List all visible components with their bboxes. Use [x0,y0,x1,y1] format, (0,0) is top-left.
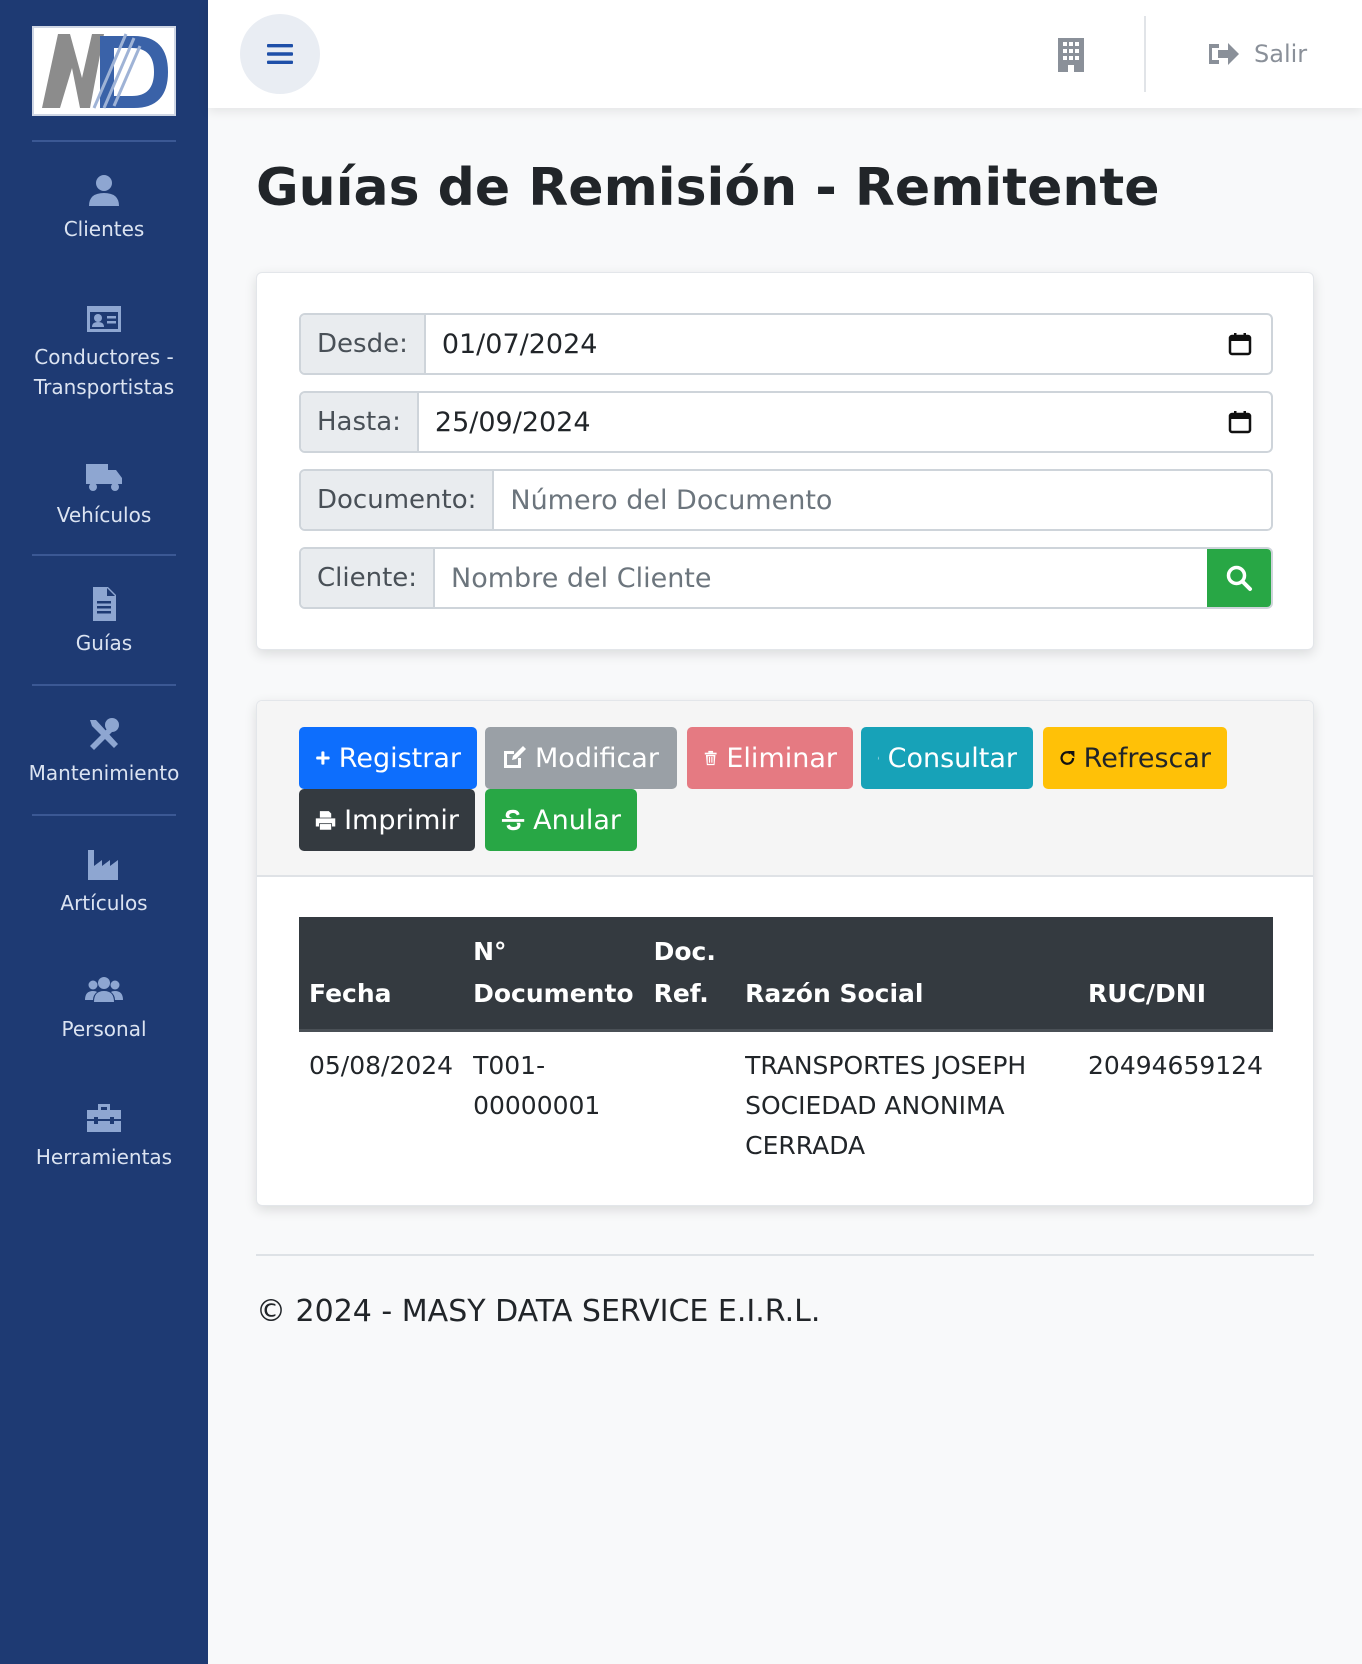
filter-card: Desde: 01/07/2024 Hasta: 25/09/2024 Docu… [256,272,1314,650]
sidebar-divider [32,684,176,686]
cell-fecha: 05/08/2024 [309,1051,454,1080]
info-icon [877,756,879,760]
cliente-field: Cliente: [299,547,1273,609]
hasta-label: Hasta: [301,393,419,451]
top-navbar: Salir [208,0,1362,108]
consultar-label: Consultar [887,742,1017,774]
action-toolbar: Registrar Modificar Eliminar Consultar R… [257,701,1313,877]
guias-table: Fecha N° Documento Doc. Ref. Razón Social … [299,917,1273,1180]
results-card: Registrar Modificar Eliminar Consultar R… [256,700,1314,1206]
registrar-label: Registrar [338,742,461,774]
hasta-input[interactable]: 25/09/2024 [419,393,1209,451]
sidebar: Clientes Conductores - Transportistas Ve… [0,0,208,1664]
consultar-button[interactable]: Consultar [861,727,1033,789]
col-ruc-dni[interactable]: RUC/DNI [1078,917,1273,1032]
sign-out-icon [1209,43,1239,65]
documento-label: Documento: [301,471,495,529]
logout-label: Salir [1254,40,1308,68]
industry-icon [84,844,124,884]
hasta-date-field: Hasta: 25/09/2024 [299,391,1273,453]
refresh-icon [1060,750,1075,765]
imprimir-button[interactable]: Imprimir [299,789,475,851]
calendar-icon[interactable] [1209,315,1271,373]
registrar-button[interactable]: Registrar [299,727,477,789]
table-header-row: Fecha N° Documento Doc. Ref. Razón Social … [299,917,1273,1032]
eliminar-button[interactable]: Eliminar [687,727,853,789]
user-icon [84,170,124,210]
sidebar-divider [32,814,176,816]
col-fecha[interactable]: Fecha [299,917,464,1032]
hamburger-icon [267,44,293,64]
company-logo[interactable] [32,26,176,116]
sidebar-item-personal[interactable]: Personal [0,970,208,1044]
sidebar-divider [32,140,176,142]
navbar-divider [1144,16,1146,92]
sidebar-item-clientes[interactable]: Clientes [0,170,208,244]
sidebar-item-conductores[interactable]: Conductores - Transportistas [0,298,208,402]
sidebar-item-guias[interactable]: Guías [0,584,208,658]
col-razon-social[interactable]: Razón Social [735,917,1079,1032]
tools-icon [84,714,124,754]
cell-doc-ref [644,1031,736,1181]
sidebar-item-label: Vehículos [56,503,152,527]
sidebar-item-label: Artículos [60,891,148,915]
cell-documento: T001- 00000001 [473,1051,601,1120]
calendar-icon[interactable] [1209,393,1271,451]
sidebar-item-label: Herramientas [35,1145,173,1169]
sidebar-item-herramientas[interactable]: Herramientas [0,1098,208,1172]
table-row[interactable]: 05/08/2024 T001- 00000001 TRANSPORTES JOS… [299,1031,1273,1181]
users-icon [84,970,124,1010]
trash-icon [704,750,717,766]
col-doc-ref[interactable]: Doc. Ref. [643,917,736,1032]
sidebar-item-label: Mantenimiento [28,761,180,785]
strikethrough-icon [501,809,525,831]
modificar-label: Modificar [535,742,659,774]
anular-label: Anular [533,804,621,836]
logout-button[interactable]: Salir [1206,34,1307,74]
documento-input[interactable] [494,471,1271,529]
plus-icon [316,751,330,765]
truck-icon [84,456,124,496]
desde-label: Desde: [301,315,426,373]
refrescar-button[interactable]: Refrescar [1043,727,1227,789]
modificar-button[interactable]: Modificar [485,727,677,789]
id-card-icon [84,298,124,338]
file-icon [84,584,124,624]
cell-razon-social: TRANSPORTES JOSEPH SOCIEDAD ANONIMA CERRAD… [745,1051,1027,1160]
search-button[interactable] [1207,549,1271,607]
desde-date-field: Desde: 01/07/2024 [299,313,1273,375]
cell-ruc-dni: 20494659124 [1088,1051,1263,1080]
sidebar-divider [32,554,176,556]
anular-button[interactable]: Anular [485,789,637,851]
edit-icon [504,746,526,768]
sidebar-item-label: Conductores - [34,345,174,369]
sidebar-item-label: Personal [61,1017,147,1041]
building-icon[interactable] [1056,36,1086,72]
imprimir-label: Imprimir [344,804,459,836]
sidebar-item-label: Clientes [63,217,145,241]
cliente-input[interactable] [435,549,1207,607]
sidebar-item-mantenimiento[interactable]: Mantenimiento [0,714,208,788]
sidebar-item-vehiculos[interactable]: Vehículos [0,456,208,530]
menu-toggle-button[interactable] [240,14,320,94]
sidebar-item-label: Guías [75,631,133,655]
footer-copyright: © 2024 - MASY DATA SERVICE E.I.R.L. [256,1294,821,1329]
print-icon [315,811,336,830]
search-icon [1226,565,1252,591]
documento-field: Documento: [299,469,1273,531]
refrescar-label: Refrescar [1083,742,1211,774]
cliente-label: Cliente: [301,549,436,607]
sidebar-item-articulos[interactable]: Artículos [0,844,208,918]
col-n-documento[interactable]: N° Documento [463,917,644,1032]
toolbox-icon [84,1098,124,1138]
eliminar-label: Eliminar [726,742,837,774]
desde-input[interactable]: 01/07/2024 [426,315,1209,373]
sidebar-item-label: Transportistas [33,375,175,399]
footer-divider [256,1254,1314,1256]
page-title: Guías de Remisión - Remitente [256,158,1160,218]
